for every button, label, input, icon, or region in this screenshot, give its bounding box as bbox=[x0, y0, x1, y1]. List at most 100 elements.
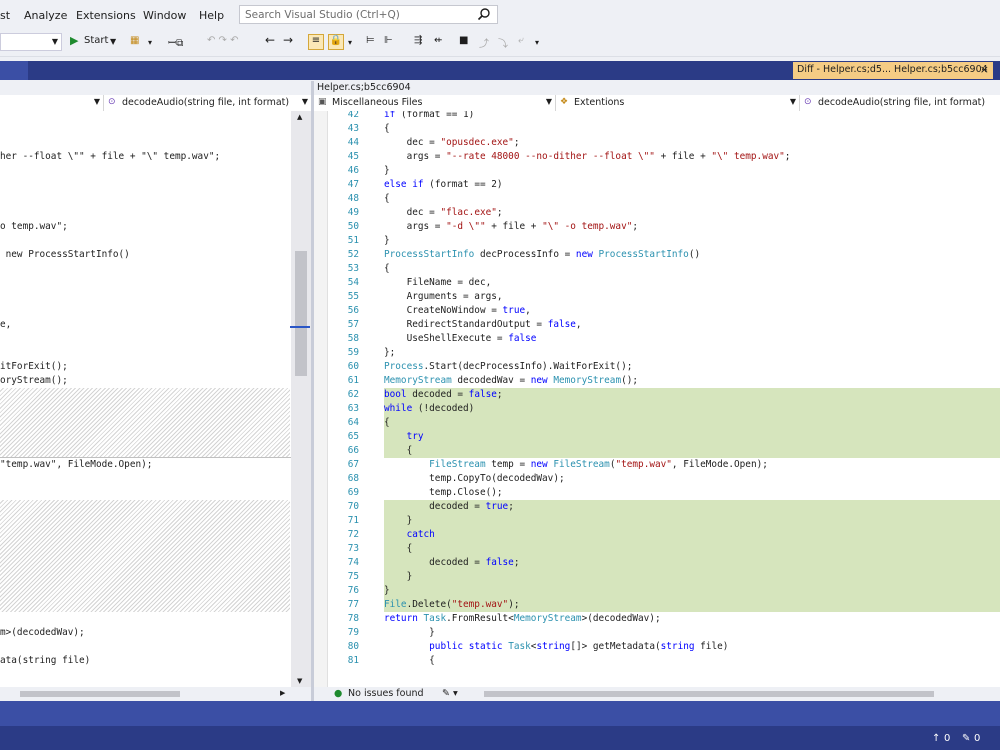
line-number: 69 bbox=[347, 487, 359, 498]
code-line: FileName = dec, bbox=[384, 277, 492, 288]
diff-deleted-region bbox=[0, 388, 290, 458]
align-right-icon[interactable]: ⊩ bbox=[384, 35, 393, 51]
menu-item-window[interactable]: Window bbox=[143, 9, 186, 22]
line-number: 60 bbox=[347, 361, 359, 372]
editor-status-strip: ● No issues found ✎ ▾ bbox=[314, 687, 1000, 701]
line-number: 65 bbox=[347, 431, 359, 442]
code-line: { bbox=[384, 543, 413, 554]
project-dropdown[interactable]: ▣ Miscellaneous Files ▼ bbox=[314, 95, 556, 111]
right-file-name: Helper.cs;b5cc6904 bbox=[317, 82, 411, 93]
left-horizontal-scrollbar[interactable]: ▶ bbox=[0, 687, 291, 701]
code-line: }; bbox=[384, 347, 396, 358]
scroll-up-icon[interactable]: ▲ bbox=[297, 113, 302, 121]
scroll-right-icon[interactable]: ▶ bbox=[280, 689, 285, 697]
code-line: bool decoded = false; bbox=[384, 389, 503, 400]
prev-bookmark-icon[interactable]: ⤴ bbox=[479, 35, 489, 51]
publish-icon[interactable]: ↑ bbox=[932, 733, 940, 744]
code-line: RedirectStandardOutput = false, bbox=[384, 319, 582, 330]
left-member-dropdown[interactable]: ⊙ decodeAudio(string file, int format) ▼ bbox=[104, 95, 311, 111]
bookmark-flag-icon[interactable]: ■ bbox=[459, 35, 468, 51]
scroll-down-icon[interactable]: ▼ bbox=[297, 677, 302, 685]
code-line: temp.Close(); bbox=[384, 487, 503, 498]
menu-item-extensions[interactable]: Extensions bbox=[76, 9, 136, 22]
next-bookmark-icon[interactable]: ⤵ bbox=[498, 35, 508, 51]
chevron-down-icon: ▼ bbox=[301, 97, 308, 106]
code-line: oryStream(); bbox=[0, 375, 68, 386]
menu-item-analyze[interactable]: Analyze bbox=[24, 9, 67, 22]
code-line: e, bbox=[0, 319, 12, 330]
method-icon: ⊙ bbox=[804, 97, 812, 107]
lock-icon[interactable]: 🔒 bbox=[328, 34, 344, 50]
line-number: 47 bbox=[347, 179, 359, 190]
search-box[interactable]: Search Visual Studio (Ctrl+Q) bbox=[239, 5, 498, 24]
line-number: 77 bbox=[347, 599, 359, 610]
line-number: 68 bbox=[347, 473, 359, 484]
chevron-down-icon: ▼ bbox=[51, 37, 58, 46]
method-icon: ⊙ bbox=[108, 97, 116, 107]
class-icon: ❖ bbox=[560, 97, 569, 107]
file-icon: ▣ bbox=[318, 97, 327, 107]
code-line: m>(decodedWav); bbox=[0, 627, 85, 638]
member-dropdown[interactable]: ⊙ decodeAudio(string file, int format) bbox=[800, 95, 1000, 111]
solution-platforms-dropdown[interactable]: ▼ bbox=[0, 33, 62, 51]
back-arrow-icon[interactable]: ← bbox=[265, 33, 275, 49]
line-number: 46 bbox=[347, 165, 359, 176]
line-number: 72 bbox=[347, 529, 359, 540]
code-line: UseShellExecute = false bbox=[384, 333, 537, 344]
scrollbar-thumb[interactable] bbox=[295, 251, 307, 376]
chevron-down-icon[interactable]: ▾ bbox=[348, 38, 352, 54]
menu-item-help[interactable]: Help bbox=[199, 9, 224, 22]
scrollbar-thumb[interactable] bbox=[484, 691, 934, 697]
code-line: try bbox=[406, 431, 424, 442]
indent-icon[interactable]: ⇶ bbox=[414, 35, 422, 51]
code-line: decoded = false; bbox=[384, 557, 520, 568]
line-number: 42 bbox=[347, 111, 359, 120]
bookmark-icon[interactable]: ꟷ⧉ bbox=[168, 35, 183, 51]
align-left-icon[interactable]: ⊨ bbox=[366, 35, 375, 51]
code-line: temp.CopyTo(decodedWav); bbox=[384, 473, 565, 484]
scrollbar-thumb[interactable] bbox=[20, 691, 180, 697]
diff-location-marker bbox=[290, 326, 310, 328]
menu-item-test[interactable]: st bbox=[0, 9, 10, 22]
line-number: 74 bbox=[347, 557, 359, 568]
right-navigation-bar: ▣ Miscellaneous Files ▼ ❖ Extentions ▼ ⊙… bbox=[314, 95, 1000, 112]
left-vertical-scrollbar[interactable]: ▲ ▼ bbox=[291, 111, 311, 687]
code-line: } bbox=[384, 515, 413, 526]
forward-arrow-icon[interactable]: → bbox=[283, 33, 293, 49]
chevron-down-icon[interactable]: ▾ bbox=[148, 38, 152, 54]
code-line: new ProcessStartInfo() bbox=[0, 249, 130, 260]
browse-icon[interactable]: ▦ bbox=[130, 35, 139, 51]
code-line: CreateNoWindow = true, bbox=[384, 305, 531, 316]
start-button[interactable]: Start bbox=[84, 35, 108, 51]
left-code-pane[interactable]: her --float \"" + file + "\" temp.wav"; … bbox=[0, 111, 291, 687]
diff-tab-title: Diff - Helper.cs;d5... Helper.cs;b5cc690… bbox=[797, 64, 988, 75]
issues-status[interactable]: No issues found bbox=[348, 688, 424, 699]
left-class-dropdown[interactable]: ▼ bbox=[0, 95, 104, 111]
line-number: 81 bbox=[347, 655, 359, 666]
code-line: o temp.wav"; bbox=[0, 221, 68, 232]
right-code-pane[interactable]: 42 if (format == 1) 43 {44 dec = "opusdec.e… bbox=[314, 111, 1000, 687]
chevron-down-icon[interactable]: ▼ bbox=[110, 37, 116, 53]
status-bar-strip bbox=[0, 726, 1000, 750]
clear-bookmarks-icon[interactable]: ⤶ bbox=[518, 35, 524, 51]
line-number: 64 bbox=[347, 417, 359, 428]
undo-icon[interactable]: ↶ ↷ ↶ bbox=[207, 35, 239, 51]
class-dropdown[interactable]: ❖ Extentions ▼ bbox=[556, 95, 800, 111]
code-line: MemoryStream decodedWav = new MemoryStre… bbox=[384, 375, 639, 386]
close-icon[interactable]: × bbox=[980, 63, 989, 76]
line-number: 59 bbox=[347, 347, 359, 358]
line-number: 58 bbox=[347, 333, 359, 344]
code-line: { bbox=[384, 123, 390, 134]
pencil-icon[interactable]: ✎ bbox=[962, 733, 970, 744]
outdent-icon[interactable]: ⇷ bbox=[434, 35, 442, 51]
brush-icon[interactable]: ✎ ▾ bbox=[442, 688, 458, 699]
document-tab[interactable] bbox=[0, 61, 28, 80]
chevron-down-icon: ▼ bbox=[789, 97, 796, 106]
class-label: Extentions bbox=[574, 97, 625, 108]
diff-inline-icon[interactable]: ≡ bbox=[308, 34, 324, 50]
code-line: { bbox=[384, 417, 390, 428]
chevron-down-icon[interactable]: ▾ bbox=[535, 38, 539, 54]
line-number: 43 bbox=[347, 123, 359, 134]
diff-document-tab[interactable]: Diff - Helper.cs;d5... Helper.cs;b5cc690… bbox=[793, 62, 993, 79]
left-member-label: decodeAudio(string file, int format) bbox=[122, 97, 290, 108]
